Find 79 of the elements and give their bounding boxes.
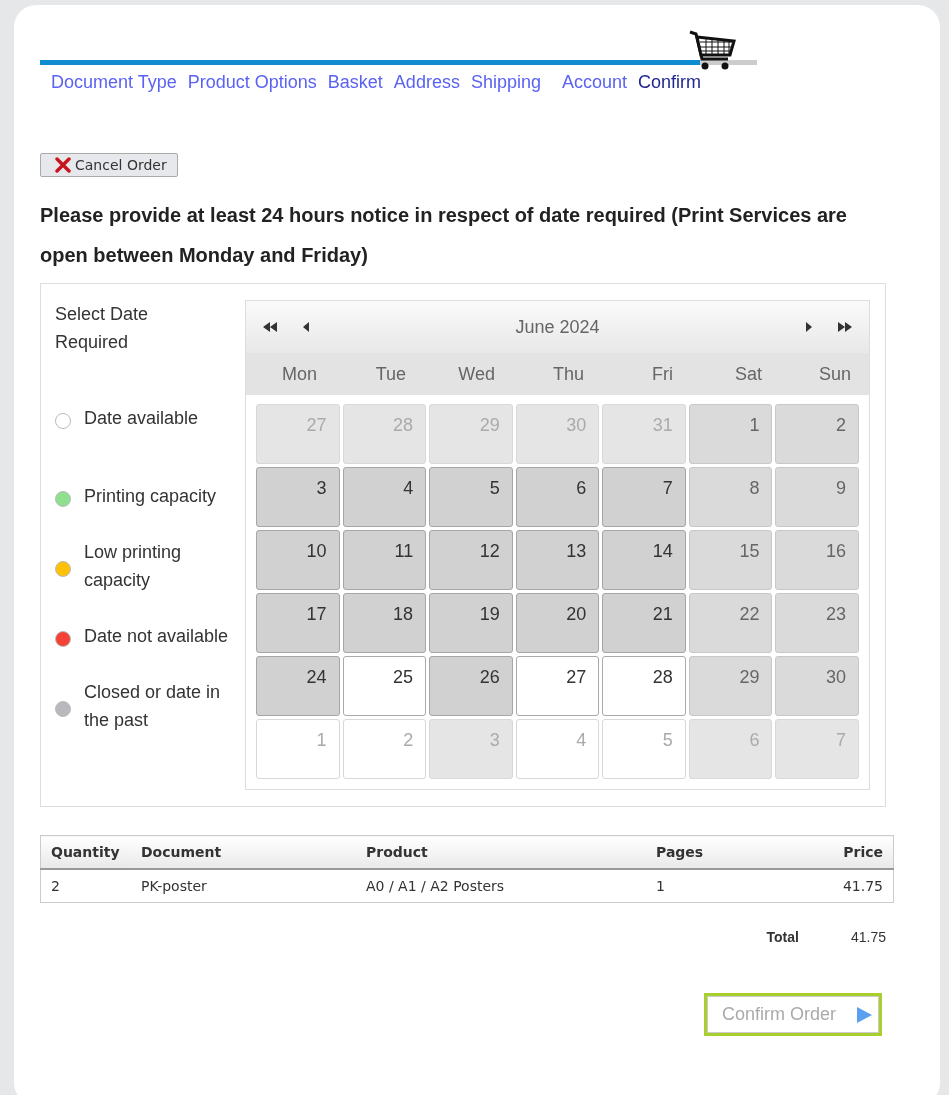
table-cell: 2: [40, 869, 131, 903]
day-cell: 15: [688, 530, 773, 590]
step-link[interactable]: Account: [561, 72, 627, 93]
month-title: June 2024: [515, 316, 600, 338]
day-cell: 14: [602, 530, 686, 590]
legend-label: Closed or date in the past: [84, 681, 222, 732]
day-cell: 30: [515, 404, 600, 464]
day-cell: 10: [256, 530, 340, 590]
day-cell: 3: [256, 467, 340, 527]
day-cell: 29: [429, 404, 513, 464]
weekday-label: Thu: [551, 363, 585, 385]
day-cell: 7: [602, 467, 686, 527]
day-cell: 17: [256, 593, 340, 653]
day-cell: 21: [602, 593, 686, 653]
table-cell: A0 / A1 / A2 Posters: [356, 869, 646, 903]
weekday-label: Wed: [457, 363, 496, 385]
column-header: Document: [131, 835, 356, 869]
next-icon[interactable]: [805, 322, 813, 332]
weekday-label: Sun: [817, 363, 852, 385]
day-cell[interactable]: 28: [602, 656, 686, 716]
legend-label: Low printing capacity: [84, 541, 183, 592]
table-cell: 1: [646, 869, 777, 903]
step-link[interactable]: Shipping: [470, 72, 541, 93]
weekday-label: Fri: [651, 363, 674, 385]
notice-text: Please provide at least 24 hours notice in respect of date required (Print Services are open between Monday and Friday): [40, 203, 848, 268]
column-header: Product: [356, 835, 646, 869]
play-arrow-icon: [856, 1006, 872, 1023]
day-cell: 29: [688, 656, 773, 716]
day-cell[interactable]: 25: [342, 656, 427, 716]
weekday-label: Mon: [281, 363, 318, 385]
step-link[interactable]: Basket: [327, 72, 383, 93]
step-link[interactable]: Address: [393, 72, 460, 93]
day-cell: 9: [775, 467, 859, 527]
day-cell: 31: [602, 404, 686, 464]
step-link[interactable]: Confirm: [638, 72, 702, 93]
cancel-order-button[interactable]: Cancel Order: [40, 153, 178, 177]
day-cell: 13: [515, 530, 600, 590]
day-cell: 16: [775, 530, 859, 590]
table-cell: PK-poster: [131, 869, 356, 903]
weekday-label: Tue: [374, 363, 407, 385]
first-page-icon[interactable]: [262, 322, 278, 332]
day-cell: 19: [429, 593, 513, 653]
day-cell: 4: [342, 467, 427, 527]
close-icon: [55, 157, 71, 173]
total-value: 41.75: [850, 929, 886, 945]
day-cell: 3: [429, 719, 513, 779]
day-cell: 27: [256, 404, 340, 464]
day-cell: 11: [342, 530, 427, 590]
total-label: Total: [766, 929, 799, 945]
day-cell: 6: [515, 467, 600, 527]
legend-label: Printing capacity: [84, 485, 217, 508]
previous-icon[interactable]: [302, 322, 310, 332]
day-cell: 22: [688, 593, 773, 653]
day-cell: 23: [775, 593, 859, 653]
legend-label: Date available: [84, 407, 199, 430]
day-cell: 24: [256, 656, 340, 716]
step-link[interactable]: Document Type: [51, 72, 177, 93]
column-header: Pages: [646, 835, 777, 869]
step-link[interactable]: Product Options: [187, 72, 317, 93]
column-header: Quantity: [40, 835, 131, 869]
day-cell: 6: [688, 719, 773, 779]
day-cell: 20: [515, 593, 600, 653]
day-cell: 12: [429, 530, 513, 590]
day-cell: 7: [775, 719, 859, 779]
day-cell: 2: [775, 404, 859, 464]
day-cell: 26: [429, 656, 513, 716]
day-cell: 30: [775, 656, 859, 716]
weekday-label: Sat: [733, 363, 763, 385]
date-heading: Select Date Required: [55, 303, 150, 354]
day-cell: 1: [688, 404, 773, 464]
day-cell: 8: [688, 467, 773, 527]
table-cell: 41.75: [776, 869, 894, 903]
day-cell[interactable]: 27: [515, 656, 600, 716]
day-cell: 28: [342, 404, 427, 464]
day-cell: 18: [342, 593, 427, 653]
last-page-icon[interactable]: [837, 322, 853, 332]
day-cell: 5: [429, 467, 513, 527]
column-header: Price: [776, 835, 894, 869]
legend-label: Date not available: [84, 625, 229, 648]
